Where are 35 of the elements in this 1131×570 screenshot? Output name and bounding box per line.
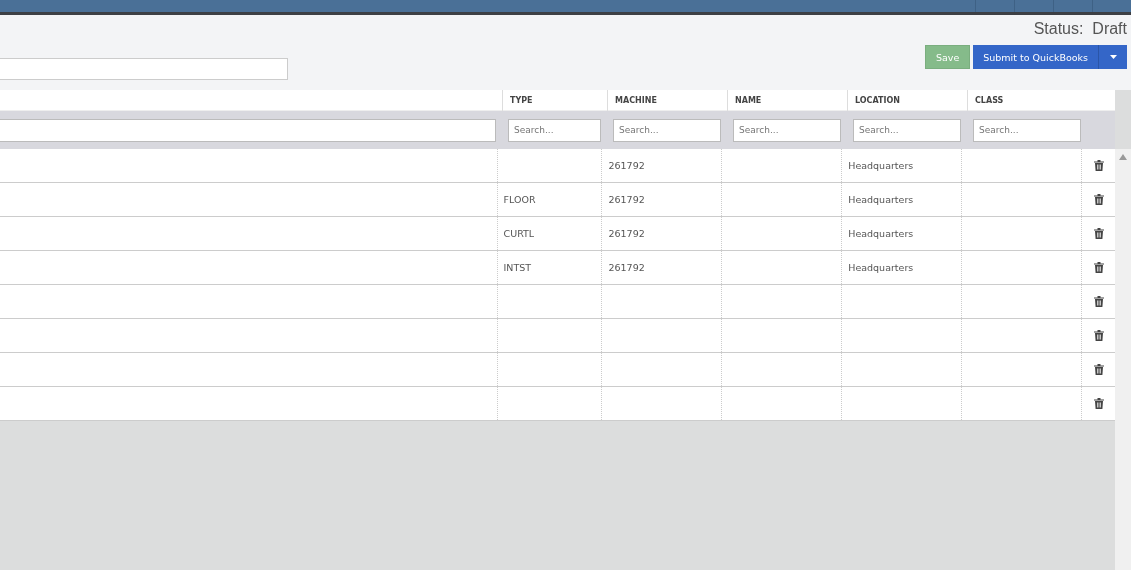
input-field[interactable] <box>0 58 288 80</box>
table-cell: CURTL <box>503 228 535 239</box>
trash-icon[interactable] <box>1093 160 1104 171</box>
dropdown-button[interactable] <box>1098 45 1127 69</box>
table-cell: Headquarters <box>848 194 914 205</box>
trash-icon[interactable] <box>1093 364 1104 375</box>
table-cell: FLOOR <box>503 194 536 205</box>
trash-icon[interactable] <box>1093 194 1104 205</box>
column-header: MACHINE <box>607 89 727 111</box>
table-cell: 261792 <box>608 228 645 239</box>
table-cell: Headquarters <box>848 160 914 171</box>
trash-icon[interactable] <box>1093 296 1104 307</box>
column-header: LOCATION <box>847 89 967 111</box>
search-field[interactable]: Search... <box>973 118 1081 142</box>
trash-icon[interactable] <box>1093 228 1104 239</box>
table-cell: 261792 <box>608 262 645 273</box>
submit-button[interactable]: Submit to QuickBooks <box>973 45 1098 69</box>
table-cell: 261792 <box>608 160 645 171</box>
trash-icon[interactable] <box>1093 262 1104 273</box>
caret-icon <box>1109 55 1117 59</box>
column-header: NAME <box>727 89 847 111</box>
table-cell: Headquarters <box>848 228 914 239</box>
search-field[interactable] <box>0 118 496 142</box>
search-field[interactable]: Search... <box>613 118 721 142</box>
trash-icon[interactable] <box>1093 398 1104 409</box>
search-field[interactable]: Search... <box>733 118 841 142</box>
column-header: CLASS <box>967 89 1087 111</box>
status-label: Status: Draft <box>1033 20 1127 38</box>
table-cell: INTST <box>503 262 532 273</box>
search-field[interactable]: Search... <box>853 118 961 142</box>
trash-icon[interactable] <box>1093 330 1104 341</box>
search-field[interactable]: Search... <box>508 118 601 142</box>
table-cell: Headquarters <box>848 262 914 273</box>
table-cell: 261792 <box>608 194 645 205</box>
column-header: TYPE <box>502 89 607 111</box>
